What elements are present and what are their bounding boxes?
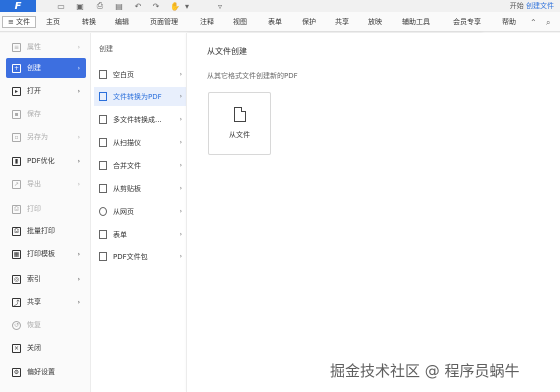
panel-title: 从文件创建 bbox=[207, 47, 247, 56]
sidebar-item-export[interactable]: ↗ 导出 › bbox=[6, 174, 86, 194]
file-sidebar: ≡ 属性 › + 创建 › ▸ 打开 › ▪ 保存 ▫ 另存为 › ▮ PDF优化 › ↗ 导出 › ⎙ 打… bbox=[0, 33, 90, 392]
chevron-right-icon: › bbox=[179, 93, 182, 100]
submenu-item-clipboard[interactable]: 从剪贴板 › bbox=[94, 179, 186, 198]
tab-help[interactable]: 帮助 bbox=[502, 17, 516, 27]
title-bar: F ▭ ▣ ⎙ ▤ ↶ ↷ ✋ ▾ ▿ 开始 创建文件 bbox=[0, 0, 560, 12]
properties-icon: ≡ bbox=[12, 42, 21, 52]
sidebar-item-restore[interactable]: ↺ 恢复 bbox=[6, 315, 86, 335]
tab-convert[interactable]: 转换 bbox=[82, 17, 96, 27]
sidebar-item-preferences[interactable]: ⚙ 偏好设置 bbox=[6, 362, 86, 382]
save-icon[interactable]: ▣ bbox=[75, 1, 85, 11]
dropdown-icon[interactable]: ▾ bbox=[182, 1, 192, 11]
sidebar-item-share[interactable]: ⤴ 共享 › bbox=[6, 292, 86, 312]
customize-icon[interactable]: ▿ bbox=[215, 1, 225, 11]
submenu-title: 创建 bbox=[99, 45, 113, 53]
chevron-right-icon: › bbox=[179, 116, 182, 123]
index-icon: ◎ bbox=[12, 274, 21, 284]
export-icon: ↗ bbox=[12, 179, 21, 189]
submenu-item-merge[interactable]: 合并文件 › bbox=[94, 156, 186, 175]
open-icon: ▸ bbox=[12, 86, 21, 96]
file-icon bbox=[234, 107, 246, 122]
blank-page-icon bbox=[99, 70, 107, 79]
web-icon bbox=[99, 207, 107, 216]
chevron-right-icon: › bbox=[179, 231, 182, 238]
login-area[interactable]: 开始 创建文件 bbox=[510, 1, 554, 11]
sidebar-item-save-as[interactable]: ▫ 另存为 › bbox=[6, 127, 86, 147]
close-icon: × bbox=[12, 343, 21, 353]
hand-icon[interactable]: ✋ bbox=[170, 1, 180, 11]
tab-edit[interactable]: 编辑 bbox=[115, 17, 129, 27]
tab-home[interactable]: 主页 bbox=[46, 17, 60, 27]
create-from-file-panel: 从文件创建 从其它格式文件创建新的PDF 从文件 bbox=[186, 33, 482, 392]
sidebar-item-properties[interactable]: ≡ 属性 › bbox=[6, 37, 86, 57]
chevron-right-icon: › bbox=[179, 139, 182, 146]
watermark: 掘金技术社区 @ 程序员蜗牛 bbox=[330, 362, 520, 380]
tab-accessibility[interactable]: 辅助工具 bbox=[402, 17, 430, 27]
share-icon: ⤴ bbox=[12, 297, 21, 307]
print-template-icon: ▦ bbox=[12, 249, 21, 259]
sidebar-item-batch-print[interactable]: ⎙ 批量打印 bbox=[6, 221, 86, 241]
form-icon bbox=[99, 230, 107, 239]
chevron-right-icon: › bbox=[179, 162, 182, 169]
sidebar-item-print[interactable]: ⎙ 打印 bbox=[6, 199, 86, 219]
redo-icon[interactable]: ↷ bbox=[151, 1, 161, 11]
sidebar-item-create[interactable]: + 创建 › bbox=[6, 58, 86, 78]
tab-protect[interactable]: 保护 bbox=[302, 17, 316, 27]
collapse-ribbon-icon[interactable]: ⌃ bbox=[530, 18, 537, 27]
save-icon: ▪ bbox=[12, 109, 21, 119]
merge-icon bbox=[99, 161, 107, 170]
tab-share[interactable]: 共享 bbox=[335, 17, 349, 27]
scanner-icon bbox=[99, 138, 107, 147]
create-icon: + bbox=[12, 63, 21, 73]
sidebar-item-close[interactable]: × 关闭 bbox=[6, 338, 86, 358]
tab-view[interactable]: 视图 bbox=[233, 17, 247, 27]
tab-page-management[interactable]: 页面管理 bbox=[150, 17, 178, 27]
restore-icon: ↺ bbox=[12, 320, 21, 330]
chevron-right-icon: › bbox=[179, 185, 182, 192]
app-logo[interactable]: F bbox=[0, 0, 36, 12]
pdf-package-icon bbox=[99, 252, 107, 261]
search-icon[interactable]: ⌕ bbox=[546, 18, 550, 28]
chevron-right-icon: › bbox=[179, 253, 182, 260]
from-file-button[interactable]: 从文件 bbox=[208, 92, 271, 155]
submenu-item-blank-page[interactable]: 空白页 › bbox=[94, 65, 186, 84]
tab-form[interactable]: 表单 bbox=[268, 17, 282, 27]
submenu-item-pdf-package[interactable]: PDF文件包 › bbox=[94, 247, 186, 266]
print-icon[interactable]: ⎙ bbox=[95, 1, 105, 11]
sidebar-item-open[interactable]: ▸ 打开 › bbox=[6, 81, 86, 101]
preferences-icon: ⚙ bbox=[12, 367, 21, 377]
submenu-item-form[interactable]: 表单 › bbox=[94, 225, 186, 244]
print-icon: ⎙ bbox=[12, 204, 21, 214]
chevron-right-icon: › bbox=[179, 71, 182, 78]
clipboard-icon bbox=[99, 184, 107, 193]
submenu-item-scanner[interactable]: 从扫描仪 › bbox=[94, 133, 186, 152]
document-area bbox=[482, 33, 560, 392]
optimize-icon: ▮ bbox=[12, 156, 21, 166]
file-to-pdf-icon bbox=[99, 92, 107, 101]
sidebar-item-pdf-optimize[interactable]: ▮ PDF优化 › bbox=[6, 151, 86, 171]
sidebar-item-index[interactable]: ◎ 索引 › bbox=[6, 269, 86, 289]
undo-icon[interactable]: ↶ bbox=[133, 1, 143, 11]
tab-comment[interactable]: 注释 bbox=[200, 17, 214, 27]
file-menu-tab[interactable]: ≡ 文件 bbox=[2, 16, 36, 28]
menu-bar: ≡ 文件 主页 转换 编辑 页面管理 注释 视图 表单 保护 共享 放映 辅助工… bbox=[0, 12, 560, 32]
sidebar-item-print-template[interactable]: ▦ 打印模板 › bbox=[6, 244, 86, 264]
batch-print-icon: ⎙ bbox=[12, 226, 21, 236]
panel-subtitle: 从其它格式文件创建新的PDF bbox=[207, 72, 298, 80]
tab-member[interactable]: 会员专享 bbox=[453, 17, 481, 27]
chevron-right-icon: › bbox=[179, 208, 182, 215]
sidebar-item-save[interactable]: ▪ 保存 bbox=[6, 104, 86, 124]
multi-file-icon bbox=[99, 115, 107, 124]
submenu-item-web[interactable]: 从网页 › bbox=[94, 202, 186, 221]
from-file-label: 从文件 bbox=[229, 131, 250, 139]
save-as-icon[interactable]: ▤ bbox=[114, 1, 124, 11]
tab-slideshow[interactable]: 放映 bbox=[368, 17, 382, 27]
create-submenu: 创建 空白页 › 文件转换为PDF › 多文件转换成... › 从扫描仪 › 合并文件 ›… bbox=[90, 33, 186, 392]
open-icon[interactable]: ▭ bbox=[56, 1, 66, 11]
submenu-item-multi-file[interactable]: 多文件转换成... › bbox=[94, 110, 186, 129]
submenu-item-file-to-pdf[interactable]: 文件转换为PDF › bbox=[94, 87, 186, 106]
save-as-icon: ▫ bbox=[12, 132, 21, 142]
